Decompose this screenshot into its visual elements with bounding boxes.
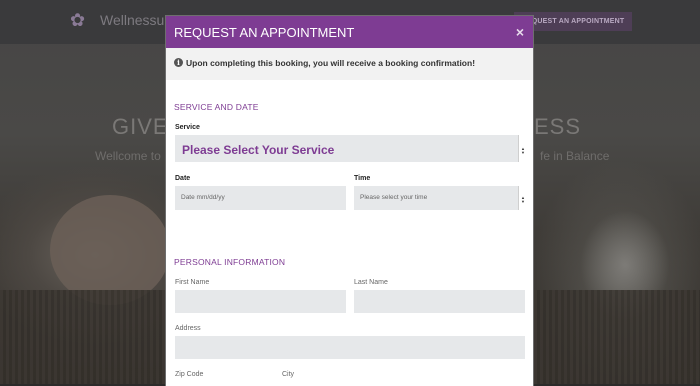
city-label: City xyxy=(282,371,295,378)
time-label: Time xyxy=(354,175,371,182)
close-icon[interactable]: × xyxy=(516,25,524,39)
service-select-value: Please Select Your Service xyxy=(182,143,335,157)
hero-subtitle-left: Wellcome to xyxy=(95,149,161,163)
address-label: Address xyxy=(175,325,201,332)
info-text: Upon completing this booking, you will r… xyxy=(186,58,476,68)
date-input[interactable]: Date mm/dd/yy xyxy=(175,186,346,210)
hero-title-right: ESS xyxy=(534,114,582,139)
appointment-modal: REQUEST AN APPOINTMENT × i Upon completi… xyxy=(166,16,533,386)
modal-title: REQUEST AN APPOINTMENT xyxy=(174,25,355,40)
last-name-label: Last Name xyxy=(354,279,388,286)
hero-subtitle-right: fe in Balance xyxy=(540,149,610,163)
service-label: Service xyxy=(175,124,200,131)
zip-code-label: Zip Code xyxy=(175,371,204,378)
first-name-label: First Name xyxy=(175,279,210,286)
address-input[interactable] xyxy=(175,336,525,359)
time-dropdown-arrow-icon[interactable]: ▲ ▼ xyxy=(518,186,525,210)
first-name-input[interactable] xyxy=(175,290,346,313)
section-title-service: SERVICE AND DATE xyxy=(174,102,259,112)
date-placeholder: Date mm/dd/yy xyxy=(181,194,225,201)
last-name-input[interactable] xyxy=(354,290,525,313)
date-label: Date xyxy=(175,175,191,182)
hero-title-left: GIVE xyxy=(112,114,169,139)
time-select-value: Please select your time xyxy=(360,194,428,201)
hero-image-person xyxy=(50,195,170,305)
modal-header: REQUEST AN APPOINTMENT × xyxy=(166,16,533,48)
service-dropdown-arrow-icon[interactable]: ▲ ▼ xyxy=(518,135,525,162)
lotus-logo-icon: ✿ xyxy=(70,10,86,30)
info-notice: i Upon completing this booking, you will… xyxy=(166,48,533,80)
info-icon: i xyxy=(174,58,183,67)
service-select[interactable]: Please Select Your Service ▲ ▼ xyxy=(175,135,525,162)
site-logo-text[interactable]: Wellnessum xyxy=(100,12,176,28)
time-select[interactable]: Please select your time ▲ ▼ xyxy=(354,186,525,210)
section-title-personal: PERSONAL INFORMATION xyxy=(174,257,286,267)
